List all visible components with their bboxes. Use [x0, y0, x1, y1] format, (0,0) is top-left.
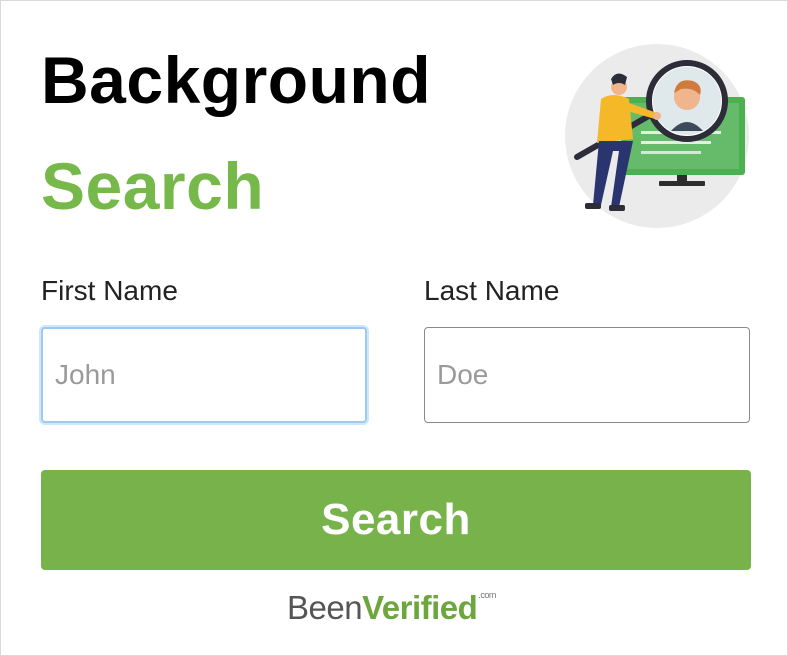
person-with-magnifier-illustration [565, 44, 749, 228]
beenverified-logo[interactable]: BeenVerified.com [287, 589, 496, 626]
brand-suffix-text: .com [478, 590, 496, 600]
search-button[interactable]: Search [41, 470, 751, 570]
last-name-label: Last Name [424, 275, 560, 306]
background-search-widget: Background Search First Name Last Name J… [0, 0, 788, 656]
first-name-input[interactable] [41, 327, 367, 423]
brand-been-text: Been [287, 589, 363, 626]
first-name-label: First Name [41, 275, 178, 306]
last-name-input[interactable] [424, 327, 750, 423]
title-search: Search [41, 149, 265, 223]
brand-verified-text: Verified [362, 589, 478, 626]
title-background: Background [41, 43, 432, 117]
